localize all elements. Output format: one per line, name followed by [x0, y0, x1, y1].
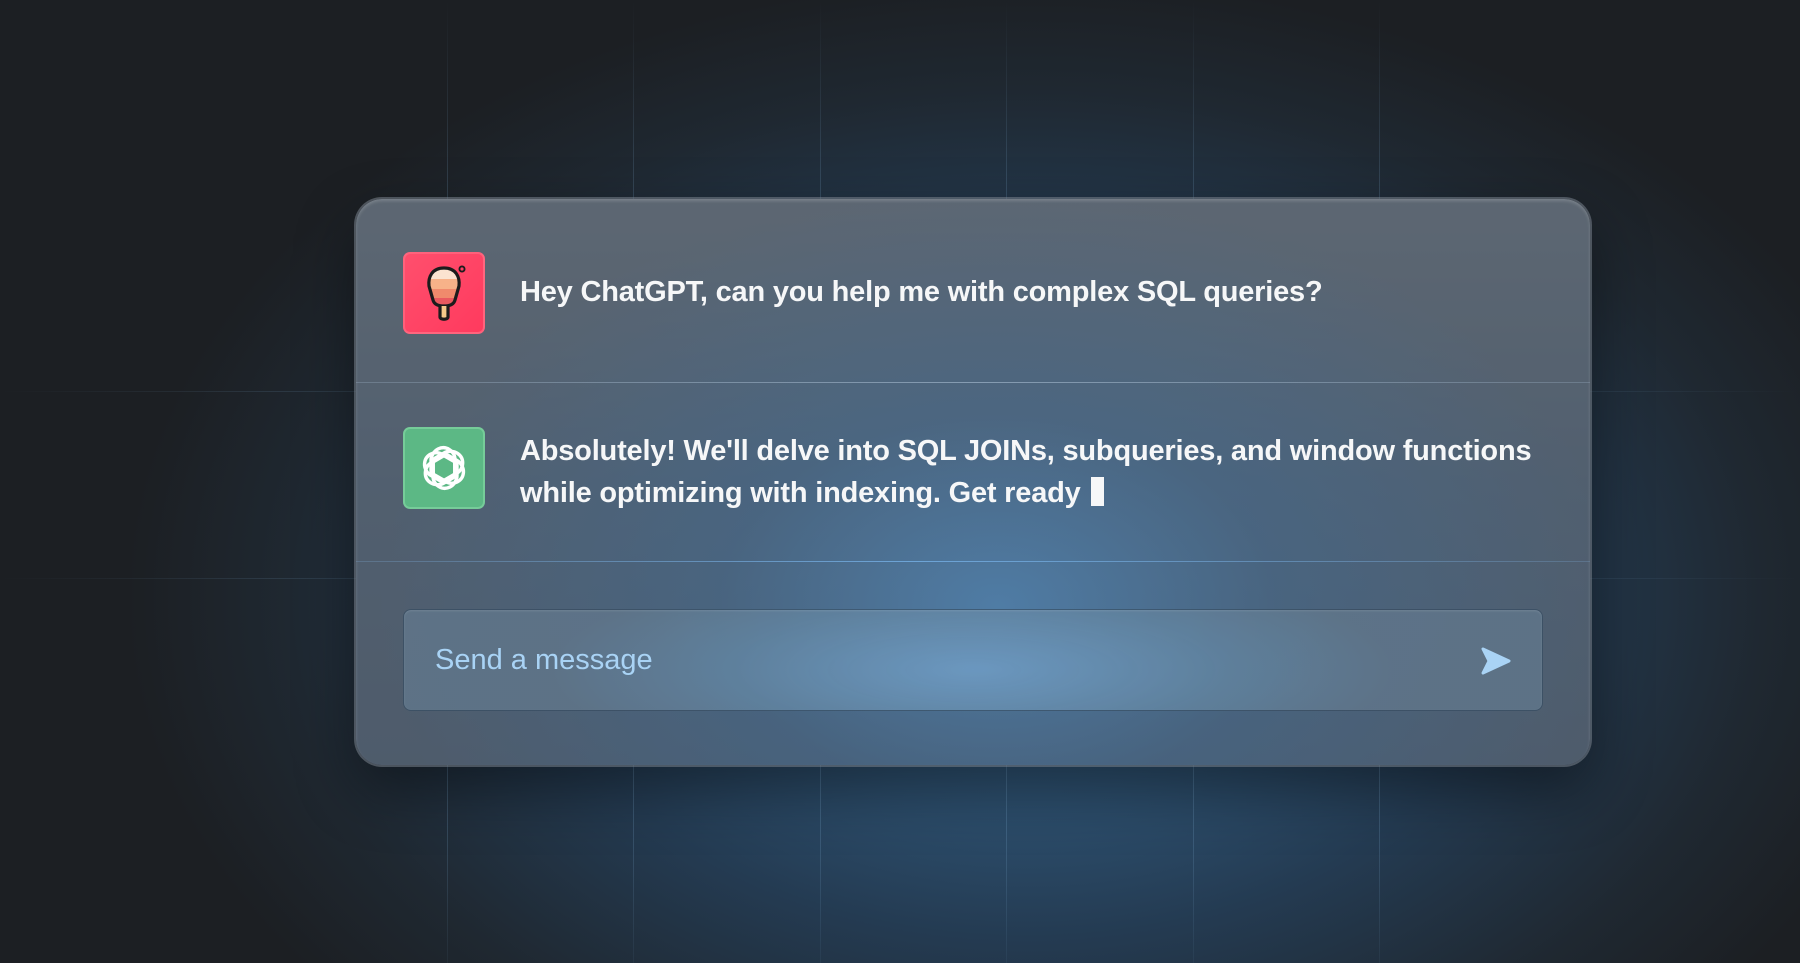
chat-window: Hey ChatGPT, can you help me with comple…: [356, 199, 1590, 765]
assistant-message-row: Absolutely! We'll delve into SQL JOINs, …: [356, 382, 1590, 561]
send-button[interactable]: [1478, 643, 1514, 679]
openai-logo-icon: [422, 446, 466, 490]
user-avatar: [403, 252, 485, 334]
assistant-avatar: [403, 427, 485, 509]
message-input[interactable]: [435, 610, 1435, 710]
popsicle-icon: [427, 265, 466, 321]
typing-cursor: [1090, 477, 1104, 506]
assistant-message-content: Absolutely! We'll delve into SQL JOINs, …: [520, 435, 1532, 509]
user-message-row: Hey ChatGPT, can you help me with comple…: [356, 199, 1590, 382]
composer: [403, 609, 1543, 711]
assistant-message-text: Absolutely! We'll delve into SQL JOINs, …: [520, 430, 1550, 514]
user-message-text: Hey ChatGPT, can you help me with comple…: [520, 276, 1323, 308]
send-arrow-icon: [1481, 647, 1511, 675]
composer-divider: [356, 561, 1590, 562]
